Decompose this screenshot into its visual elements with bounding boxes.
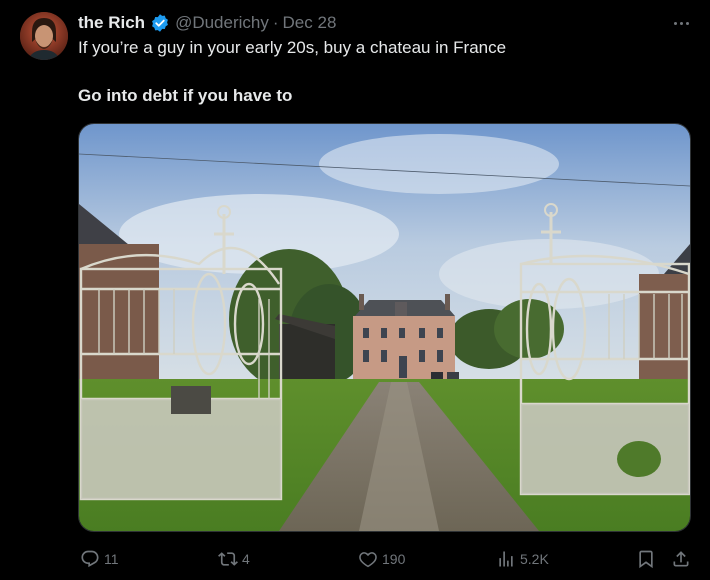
reply-count: 11 bbox=[104, 551, 119, 567]
repost-count: 4 bbox=[242, 551, 250, 567]
views-button[interactable]: 5.2K bbox=[496, 547, 549, 571]
tweet-date[interactable]: Dec 28 bbox=[283, 13, 337, 33]
repost-button[interactable]: 4 bbox=[218, 547, 250, 571]
like-button[interactable]: 190 bbox=[358, 547, 405, 571]
tweet-text-line-2: Go into debt if you have to bbox=[78, 86, 293, 105]
reply-icon bbox=[81, 550, 99, 568]
reply-button[interactable]: 11 bbox=[80, 547, 119, 571]
bookmark-icon bbox=[639, 550, 653, 569]
views-icon bbox=[499, 551, 513, 567]
tweet-header: the Rich @Duderichy · Dec 28 bbox=[78, 12, 336, 34]
views-count: 5.2K bbox=[520, 551, 549, 567]
author-name[interactable]: the Rich bbox=[78, 13, 145, 33]
verified-badge-icon bbox=[150, 13, 170, 33]
tweet-photo[interactable] bbox=[78, 123, 691, 532]
author-avatar[interactable] bbox=[20, 12, 68, 60]
share-icon bbox=[673, 551, 689, 567]
tweet-actions: 11 4 190 5.2K bbox=[0, 547, 710, 571]
separator-dot: · bbox=[272, 13, 279, 32]
bookmark-button[interactable] bbox=[636, 547, 656, 571]
repost-icon bbox=[218, 552, 238, 566]
author-handle[interactable]: @Duderichy bbox=[175, 13, 269, 33]
tweet-text-line-1: If you’re a guy in your early 20s, buy a… bbox=[78, 38, 507, 57]
like-icon bbox=[359, 552, 377, 568]
share-button[interactable] bbox=[671, 547, 691, 571]
like-count: 190 bbox=[382, 551, 406, 567]
more-icon[interactable] bbox=[668, 12, 694, 34]
